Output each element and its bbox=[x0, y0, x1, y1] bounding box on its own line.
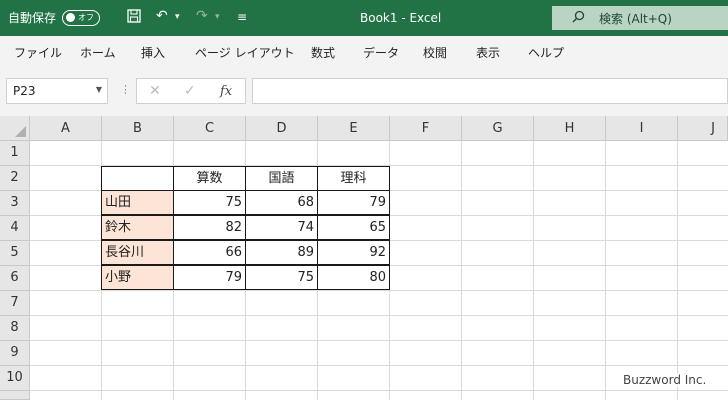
row-header-10[interactable]: 10 bbox=[0, 366, 30, 391]
cell-b4[interactable]: 鈴木 bbox=[101, 215, 174, 240]
formula-bar: P23 ▼ ⋮ ✕ ✓ fx bbox=[0, 66, 728, 116]
menu-data[interactable]: データ bbox=[363, 44, 399, 61]
toggle-text: オフ bbox=[78, 13, 95, 22]
menu-bar: ファイル ホーム 挿入 ページ レイアウト 数式 データ 校閲 表示 ヘルプ bbox=[0, 36, 728, 66]
column-header-g[interactable]: G bbox=[462, 116, 534, 141]
select-all-corner[interactable] bbox=[0, 116, 30, 141]
undo-dropdown-icon[interactable]: ▾ bbox=[175, 12, 180, 22]
cell-d5[interactable]: 89 bbox=[245, 240, 318, 265]
cell-e3[interactable]: 79 bbox=[317, 190, 390, 215]
menu-insert[interactable]: 挿入 bbox=[141, 44, 165, 61]
search-placeholder: 検索 (Alt+Q) bbox=[599, 11, 672, 26]
column-header-b[interactable]: B bbox=[102, 116, 174, 141]
autosave: 自動保存 オフ bbox=[8, 9, 101, 26]
column-header-e[interactable]: E bbox=[318, 116, 390, 141]
cell-e2[interactable]: 理科 bbox=[317, 166, 390, 191]
enter-icon[interactable]: ✓ bbox=[184, 83, 196, 99]
watermark: Buzzword Inc. bbox=[620, 373, 710, 387]
formula-bar-grip-icon[interactable]: ⋮ bbox=[120, 83, 131, 96]
menu-file[interactable]: ファイル bbox=[14, 44, 62, 61]
cancel-icon[interactable]: ✕ bbox=[149, 83, 161, 99]
gridline bbox=[533, 141, 534, 400]
row-header-8[interactable]: 8 bbox=[0, 316, 30, 341]
select-all-icon bbox=[15, 126, 26, 137]
title-bar: 自動保存 オフ ↶ ▾ ↷ ▾ ≡ Book1 - Excel 検索 (Alt+… bbox=[0, 0, 728, 36]
formula-input[interactable] bbox=[252, 78, 728, 104]
cell-c2[interactable]: 算数 bbox=[173, 166, 246, 191]
insert-function-icon[interactable]: fx bbox=[220, 84, 232, 99]
search-box[interactable]: 検索 (Alt+Q) bbox=[552, 6, 728, 30]
cell-c4[interactable]: 82 bbox=[173, 215, 246, 240]
formula-buttons: ✕ ✓ fx bbox=[136, 78, 246, 104]
search-icon bbox=[572, 10, 585, 26]
redo-dropdown-icon[interactable]: ▾ bbox=[215, 12, 220, 22]
row-header-1[interactable]: 1 bbox=[0, 141, 30, 166]
gridline bbox=[605, 141, 606, 400]
row-header-3[interactable]: 3 bbox=[0, 191, 30, 216]
row-header-2[interactable]: 2 bbox=[0, 166, 30, 191]
row-header-9[interactable]: 9 bbox=[0, 341, 30, 366]
undo-icon[interactable]: ↶ bbox=[156, 8, 168, 24]
column-header-d[interactable]: D bbox=[246, 116, 318, 141]
cell-b5[interactable]: 長谷川 bbox=[101, 240, 174, 265]
autosave-label: 自動保存 bbox=[8, 11, 57, 25]
column-header-h[interactable]: H bbox=[534, 116, 606, 141]
cell-d4[interactable]: 74 bbox=[245, 215, 318, 240]
column-header-a[interactable]: A bbox=[30, 116, 102, 141]
cell-c3[interactable]: 75 bbox=[173, 190, 246, 215]
gridline bbox=[30, 390, 728, 391]
row-header-6[interactable]: 6 bbox=[0, 266, 30, 291]
row-header-4[interactable]: 4 bbox=[0, 216, 30, 241]
cell-c5[interactable]: 66 bbox=[173, 240, 246, 265]
cell-d3[interactable]: 68 bbox=[245, 190, 318, 215]
gridline bbox=[30, 290, 728, 291]
gridline bbox=[461, 141, 462, 400]
gridline bbox=[30, 365, 728, 366]
cell-e5[interactable]: 92 bbox=[317, 240, 390, 265]
row-header-7[interactable]: 7 bbox=[0, 291, 30, 316]
name-box[interactable]: P23 ▼ bbox=[6, 78, 108, 104]
menu-page-layout[interactable]: ページ レイアウト bbox=[195, 44, 295, 61]
save-icon[interactable] bbox=[126, 8, 142, 28]
menu-review[interactable]: 校閲 bbox=[423, 44, 447, 61]
cell-e4[interactable]: 65 bbox=[317, 215, 390, 240]
gridline bbox=[677, 141, 678, 400]
menu-help[interactable]: ヘルプ bbox=[528, 44, 564, 61]
cell-d2[interactable]: 国語 bbox=[245, 166, 318, 191]
column-header-f[interactable]: F bbox=[390, 116, 462, 141]
customize-qat-icon[interactable]: ≡ bbox=[237, 10, 247, 24]
cell-e6[interactable]: 80 bbox=[317, 265, 390, 290]
window-title: Book1 - Excel bbox=[360, 11, 442, 25]
cell-c6[interactable]: 79 bbox=[173, 265, 246, 290]
column-header-c[interactable]: C bbox=[174, 116, 246, 141]
column-header-i[interactable]: I bbox=[606, 116, 678, 141]
cell-d6[interactable]: 75 bbox=[245, 265, 318, 290]
gridline bbox=[30, 340, 728, 341]
gridline bbox=[30, 315, 728, 316]
cell-b6[interactable]: 小野 bbox=[101, 265, 174, 290]
menu-home[interactable]: ホーム bbox=[80, 44, 116, 61]
redo-icon[interactable]: ↷ bbox=[196, 8, 208, 24]
worksheet-grid[interactable]: A B C D E F G H I J 1 2 3 4 5 6 7 8 9 10… bbox=[0, 116, 728, 400]
name-box-value: P23 bbox=[13, 84, 36, 98]
menu-formulas[interactable]: 数式 bbox=[311, 44, 335, 61]
name-box-dropdown-icon[interactable]: ▼ bbox=[96, 85, 102, 94]
cell-b2[interactable] bbox=[101, 166, 174, 191]
toggle-knob bbox=[66, 13, 76, 22]
row-header-11[interactable] bbox=[0, 391, 30, 400]
column-header-j[interactable]: J bbox=[678, 116, 728, 141]
menu-view[interactable]: 表示 bbox=[476, 44, 500, 61]
cell-b3[interactable]: 山田 bbox=[101, 190, 174, 215]
row-header-5[interactable]: 5 bbox=[0, 241, 30, 266]
autosave-toggle[interactable]: オフ bbox=[62, 9, 101, 26]
